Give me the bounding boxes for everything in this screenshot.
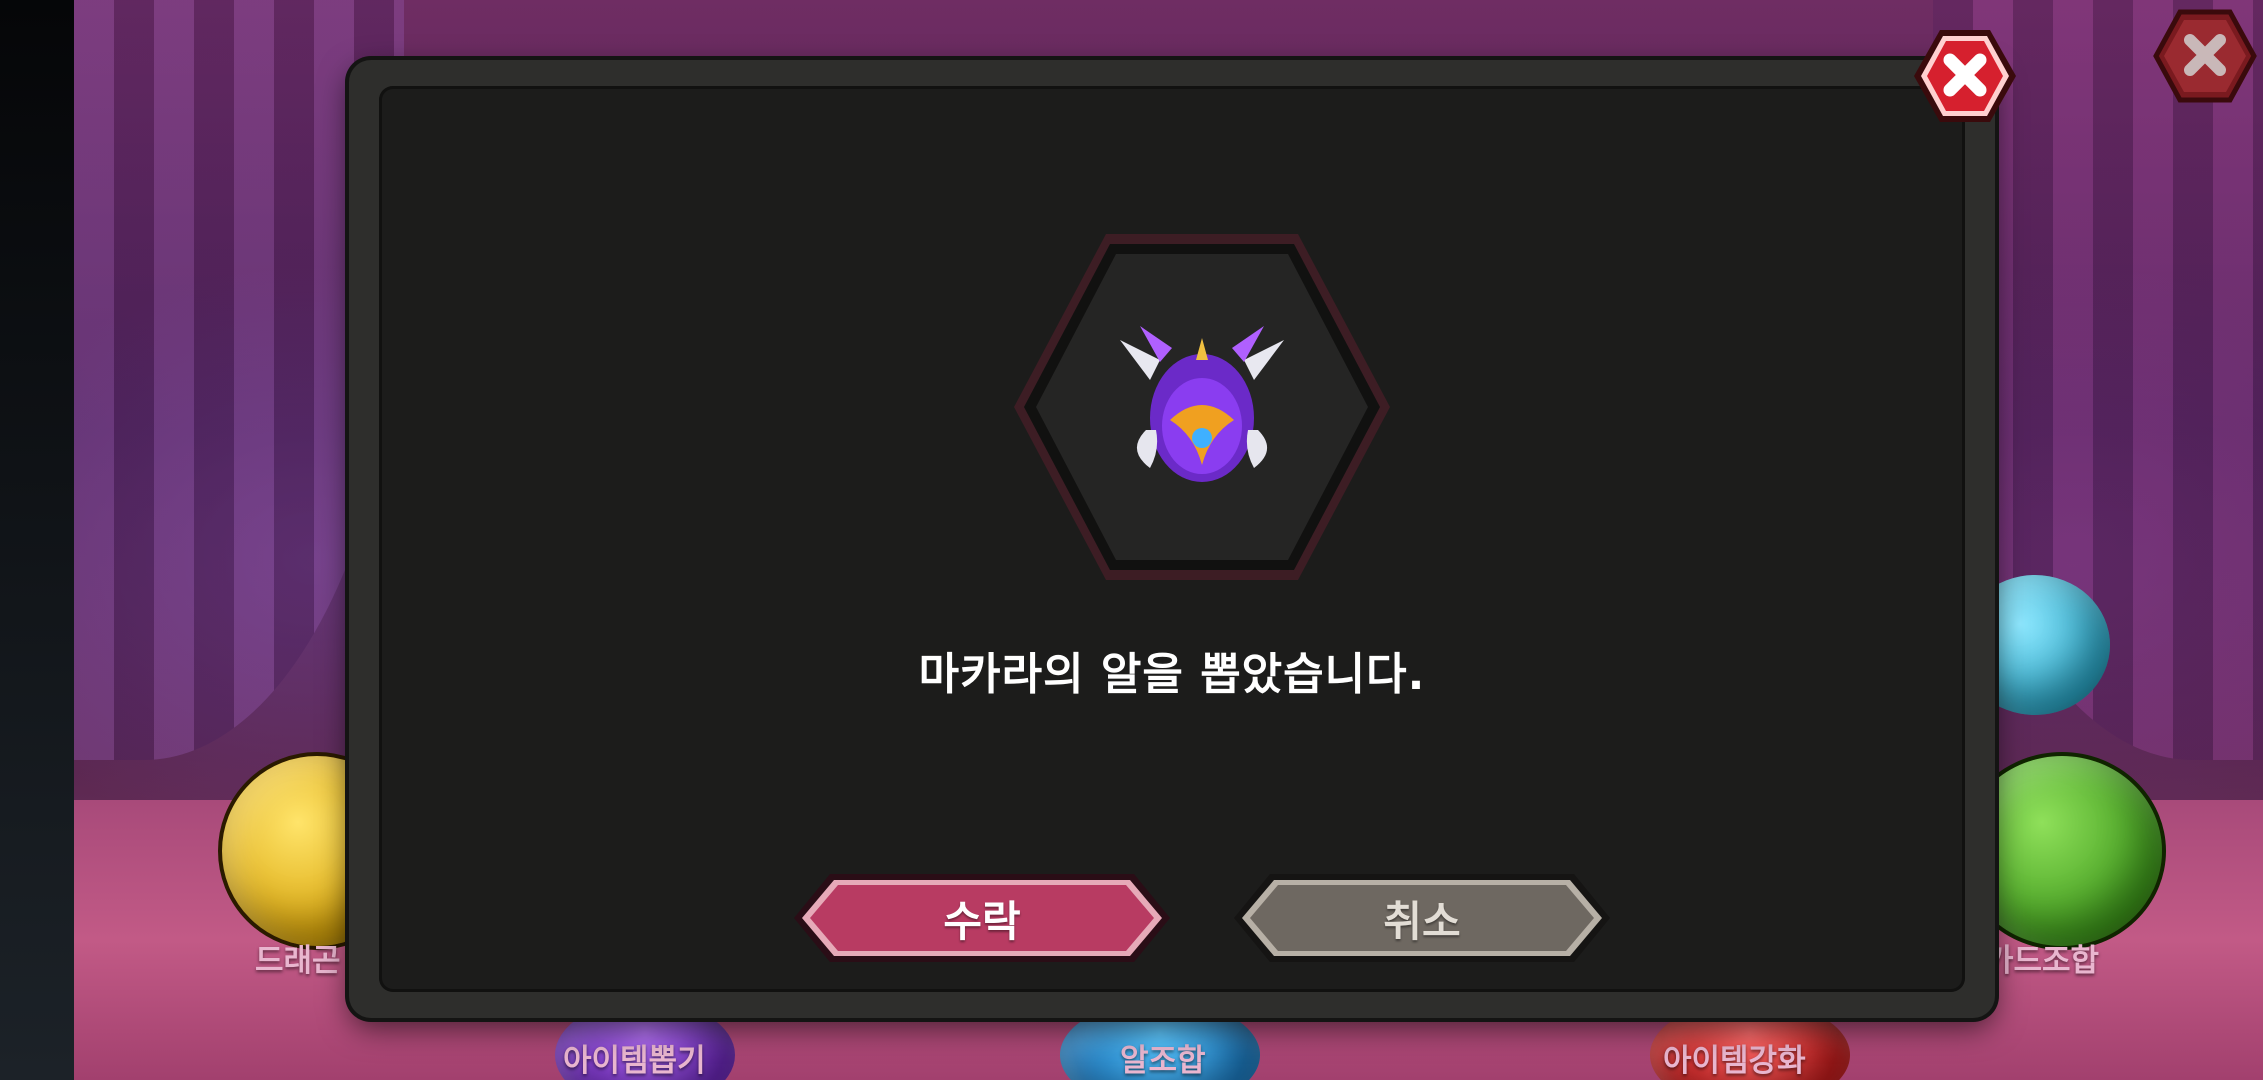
accept-button-label: 수락 — [943, 896, 1021, 946]
close-icon — [1914, 30, 2016, 122]
reward-message: 마카라의 알을 뽑았습니다. — [918, 649, 1426, 700]
background-close-button[interactable] — [2152, 8, 2258, 104]
card-mix-menu-label: 카드조합 — [1985, 943, 2100, 979]
item-pick-menu-label: 아이템뽑기 — [563, 1043, 706, 1079]
dialog-close-button[interactable] — [1910, 26, 2020, 126]
close-icon — [2153, 9, 2257, 103]
dragon-egg-icon — [1014, 234, 1390, 580]
game-screen: 드래곤 카드조합 아이템뽑기 알조합 아이템강화 마카라의 알을 뽑았습니다. … — [0, 0, 2263, 1080]
item-enhance-menu-label: 아이템강화 — [1663, 1043, 1806, 1079]
reward-dialog: 마카라의 알을 뽑았습니다. 수락 취소 — [349, 60, 1995, 1018]
left-system-bar — [0, 0, 74, 1080]
reward-item-frame — [1010, 230, 1394, 584]
cancel-button-label: 취소 — [1383, 896, 1461, 946]
dialog-panel: 마카라의 알을 뽑았습니다. 수락 취소 — [379, 86, 1965, 992]
egg-mix-menu-label: 알조합 — [1120, 1043, 1206, 1079]
cancel-button[interactable]: 취소 — [1230, 870, 1614, 966]
dragon-menu-label: 드래곤 — [255, 943, 341, 979]
accept-button[interactable]: 수락 — [790, 870, 1174, 966]
